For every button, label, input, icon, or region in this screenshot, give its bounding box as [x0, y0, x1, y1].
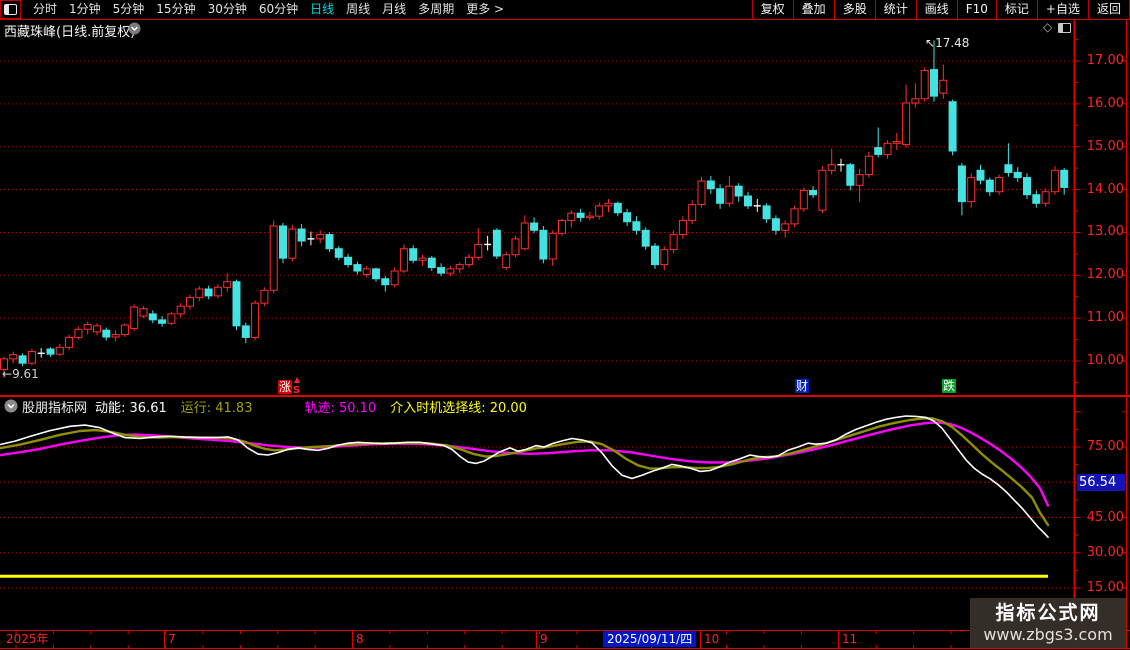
period-menu: 分时1分钟5分钟15分钟30分钟60分钟日线周线月线多周期更多 > [27, 0, 752, 19]
period-tab-7[interactable]: 周线 [340, 0, 376, 19]
price-tick-label: 12.00 [1081, 267, 1124, 282]
time-tick-label: 2025年 [6, 632, 49, 646]
window-toggle-button[interactable] [0, 0, 21, 19]
arrow-up-left-icon: ↖ [925, 36, 935, 50]
period-tab-0[interactable]: 分时 [27, 0, 63, 19]
price-tick-label: 15.00 [1081, 139, 1124, 154]
chevron-down-icon[interactable] [128, 22, 141, 35]
period-tab-1[interactable]: 1分钟 [63, 0, 107, 19]
tools-menu: 复权叠加多股统计画线F10标记+自选返回 [752, 0, 1130, 19]
marker-zhang: 涨 [278, 380, 292, 394]
indicator-value-guiji: 轨迹: 50.10 [304, 397, 376, 416]
price-tick-label: 16.00 [1081, 96, 1124, 111]
tool-button-0[interactable]: 复权 [753, 0, 794, 19]
time-tick-label: 7 [168, 632, 176, 646]
period-tab-2[interactable]: 5分钟 [107, 0, 151, 19]
tool-button-3[interactable]: 统计 [876, 0, 917, 19]
top-menu-bar: 分时1分钟5分钟15分钟30分钟60分钟日线周线月线多周期更多 > 复权叠加多股… [0, 0, 1130, 20]
low-price-annotation: ←9.61 [2, 367, 39, 381]
period-tab-9[interactable]: 多周期 [412, 0, 460, 19]
time-tick-label: 10 [704, 632, 719, 646]
sidebar-toggle-icon [4, 4, 17, 15]
indicator-source-name: 股朋指标网 [22, 397, 87, 416]
tool-button-6[interactable]: 标记 [997, 0, 1038, 19]
price-tick-label: 17.00 [1081, 53, 1124, 68]
marker-signal-s: s [293, 382, 300, 396]
price-tick-label: 14.00 [1081, 182, 1124, 197]
indicator-tick-label: 45.00 [1081, 510, 1124, 525]
indicator-tick-label: 75.00 [1081, 439, 1124, 454]
tool-button-8[interactable]: 返回 [1089, 0, 1129, 19]
watermark-url: www.zbgs3.com [983, 625, 1112, 645]
marker-cai: 财 [795, 379, 809, 393]
layout-icon[interactable] [1058, 23, 1071, 33]
tool-button-4[interactable]: 画线 [917, 0, 958, 19]
price-tick-label: 10.00 [1081, 353, 1124, 368]
time-tick-label: 8 [356, 632, 364, 646]
highlighted-date: 2025/09/11/四 [603, 631, 696, 647]
time-tick-label: 9 [540, 632, 548, 646]
marker-die: 跌 [942, 379, 956, 393]
arrow-left-icon: ← [2, 367, 12, 381]
tool-button-7[interactable]: +自选 [1038, 0, 1089, 19]
time-tick-label: 11 [842, 632, 857, 646]
period-tab-10[interactable]: 更多 > [460, 0, 510, 19]
watermark: 指标公式网 www.zbgs3.com [970, 598, 1126, 648]
indicator-tick-label: 30.00 [1081, 545, 1124, 560]
tool-button-5[interactable]: F10 [958, 0, 997, 19]
period-tab-3[interactable]: 15分钟 [150, 0, 201, 19]
period-tab-5[interactable]: 60分钟 [253, 0, 304, 19]
indicator-last-value-badge: 56.54 [1077, 474, 1125, 491]
indicator-value-dongneng: 动能: 36.61 [95, 397, 167, 416]
period-tab-8[interactable]: 月线 [376, 0, 412, 19]
diamond-icon[interactable]: ◇ [1043, 20, 1052, 34]
watermark-title: 指标公式网 [995, 601, 1100, 625]
indicator-header: 股朋指标网 动能: 36.61 运行: 41.83 轨迹: 50.10 介入时机… [4, 398, 527, 414]
indicator-value-yunxing: 运行: 41.83 [181, 397, 253, 416]
indicator-tick-label: 15.00 [1081, 580, 1124, 595]
stock-title: 西藏珠峰(日线.前复权) [4, 21, 135, 40]
high-price-annotation: ↖17.48 [925, 36, 969, 50]
indicator-logo-icon[interactable] [4, 399, 18, 413]
tool-button-1[interactable]: 叠加 [794, 0, 835, 19]
period-tab-6[interactable]: 日线 [304, 0, 340, 19]
tool-button-2[interactable]: 多股 [835, 0, 876, 19]
period-tab-4[interactable]: 30分钟 [202, 0, 253, 19]
price-tick-label: 13.00 [1081, 224, 1124, 239]
price-tick-label: 11.00 [1081, 310, 1124, 325]
title-bar: 西藏珠峰(日线.前复权) ◇ [0, 20, 1130, 37]
indicator-value-jieru: 介入时机选择线: 20.00 [390, 397, 527, 416]
app-window: 分时1分钟5分钟15分钟30分钟60分钟日线周线月线多周期更多 > 复权叠加多股… [0, 0, 1130, 650]
chart-canvas[interactable] [0, 0, 1130, 650]
